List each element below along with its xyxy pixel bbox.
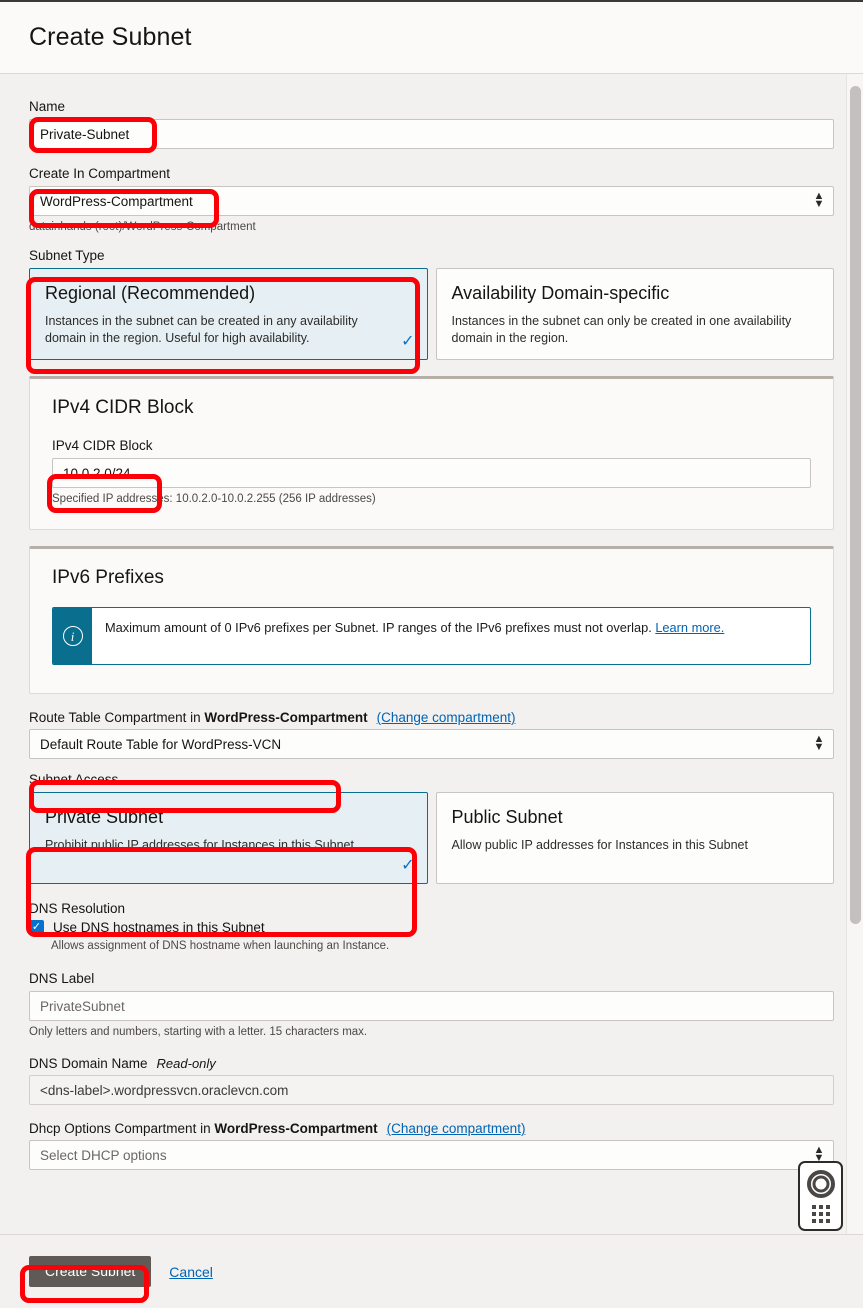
info-banner-text: Maximum amount of 0 IPv6 prefixes per Su… [92,608,738,664]
dhcp-change-compartment-link[interactable]: (Change compartment) [387,1121,526,1136]
name-input[interactable]: Private-Subnet [29,119,834,149]
subnet-access-label: Subnet Access [29,771,834,788]
subnet-access-options: Private Subnet Prohibit public IP addres… [29,792,834,884]
subnet-type-options: Regional (Recommended) Instances in the … [29,268,834,360]
ipv4-cidr-panel: IPv4 CIDR Block IPv4 CIDR Block 10.0.2.0… [29,376,834,530]
dhcp-options-select[interactable]: Select DHCP options ▲▼ [29,1140,834,1170]
create-subnet-button[interactable]: Create Subnet [29,1256,151,1287]
form-scroll-area: Name Private-Subnet Create In Compartmen… [0,74,863,1236]
ipv6-prefixes-panel: IPv6 Prefixes i Maximum amount of 0 IPv6… [29,546,834,694]
chevron-updown-icon: ▲▼ [813,736,825,752]
drag-handle-dots-icon[interactable] [812,1205,830,1223]
name-label: Name [29,98,834,115]
subnet-type-option-ad-specific[interactable]: Availability Domain-specific Instances i… [436,268,835,360]
help-widget[interactable] [798,1161,843,1231]
subnet-access-option-public-title: Public Subnet [452,806,819,828]
ipv4-cidr-helper: Specified IP addresses: 10.0.2.0-10.0.2.… [52,492,811,507]
compartment-select-value: WordPress-Compartment [40,194,193,209]
subnet-type-option-regional[interactable]: Regional (Recommended) Instances in the … [29,268,428,360]
info-banner-message: Maximum amount of 0 IPv6 prefixes per Su… [105,620,652,635]
scrollbar-thumb[interactable] [850,86,861,924]
subnet-type-option-ad-specific-desc: Instances in the subnet can only be crea… [452,313,819,347]
route-table-label-prefix: Route Table Compartment in [29,710,201,725]
dns-domain-readonly-tag: Read-only [157,1056,216,1071]
dhcp-label-prefix: Dhcp Options Compartment in [29,1121,211,1136]
subnet-type-label: Subnet Type [29,247,834,264]
route-table-select-value: Default Route Table for WordPress-VCN [40,737,281,752]
compartment-helper: datainhands (root)/WordPress-Compartment [29,220,834,235]
subnet-access-option-private-title: Private Subnet [45,806,412,828]
dhcp-options-select-value: Select DHCP options [40,1148,167,1163]
compartment-label: Create In Compartment [29,165,834,182]
dns-hostnames-checkbox[interactable]: ✓ [29,920,44,935]
learn-more-link[interactable]: Learn more. [655,620,724,635]
dhcp-label-compartment: WordPress-Compartment [214,1121,377,1136]
dns-hostnames-checkbox-label: Use DNS hostnames in this Subnet [53,920,265,935]
create-subnet-dialog: Create Subnet Name Private-Subnet Create… [0,0,863,1308]
life-ring-icon[interactable] [807,1170,835,1198]
info-icon: i [63,626,83,646]
page-title: Create Subnet [29,23,192,52]
subnet-access-option-public-desc: Allow public IP addresses for Instances … [452,837,819,854]
dns-domain-input: <dns-label>.wordpressvcn.oraclevcn.com [29,1075,834,1105]
chevron-updown-icon: ▲▼ [813,193,825,209]
info-banner-bar: i [53,608,92,664]
dns-label-helper: Only letters and numbers, starting with … [29,1025,834,1040]
vertical-scrollbar[interactable] [846,74,863,1236]
route-table-label: Route Table Compartment in WordPress-Com… [29,710,368,725]
dns-label-label: DNS Label [29,970,834,987]
compartment-select[interactable]: WordPress-Compartment ▲▼ [29,186,834,216]
ipv6-prefixes-panel-heading: IPv6 Prefixes [52,567,811,589]
dialog-footer: Create Subnet Cancel [0,1234,863,1308]
ipv4-cidr-field-label: IPv4 CIDR Block [52,437,811,454]
subnet-type-option-regional-desc: Instances in the subnet can be created i… [45,313,412,347]
dns-resolution-helper: Allows assignment of DNS hostname when l… [51,939,834,954]
route-table-label-row: Route Table Compartment in WordPress-Com… [29,710,834,725]
subnet-access-option-public[interactable]: Public Subnet Allow public IP addresses … [436,792,835,884]
route-table-change-compartment-link[interactable]: (Change compartment) [377,710,516,725]
ipv4-cidr-panel-heading: IPv4 CIDR Block [52,397,811,419]
subnet-access-option-private[interactable]: Private Subnet Prohibit public IP addres… [29,792,428,884]
cancel-button[interactable]: Cancel [169,1264,213,1280]
dns-resolution-label: DNS Resolution [29,900,834,917]
route-table-select[interactable]: Default Route Table for WordPress-VCN ▲▼ [29,729,834,759]
dhcp-label: Dhcp Options Compartment in WordPress-Co… [29,1121,378,1136]
subnet-access-option-private-desc: Prohibit public IP addresses for Instanc… [45,837,412,854]
dns-hostnames-checkbox-row[interactable]: ✓ Use DNS hostnames in this Subnet [29,920,834,935]
dhcp-label-row: Dhcp Options Compartment in WordPress-Co… [29,1121,834,1136]
check-icon: ✓ [401,334,414,350]
dns-domain-label-row: DNS Domain Name Read-only [29,1056,834,1071]
route-table-label-compartment: WordPress-Compartment [204,710,367,725]
check-icon: ✓ [401,858,414,874]
ipv6-info-banner: i Maximum amount of 0 IPv6 prefixes per … [52,607,811,665]
subnet-type-option-ad-specific-title: Availability Domain-specific [452,282,819,304]
dns-domain-label: DNS Domain Name [29,1056,148,1071]
subnet-type-option-regional-title: Regional (Recommended) [45,282,412,304]
dialog-header: Create Subnet [0,2,863,74]
dns-label-input[interactable]: PrivateSubnet [29,991,834,1021]
ipv4-cidr-input[interactable]: 10.0.2.0/24 [52,458,811,488]
